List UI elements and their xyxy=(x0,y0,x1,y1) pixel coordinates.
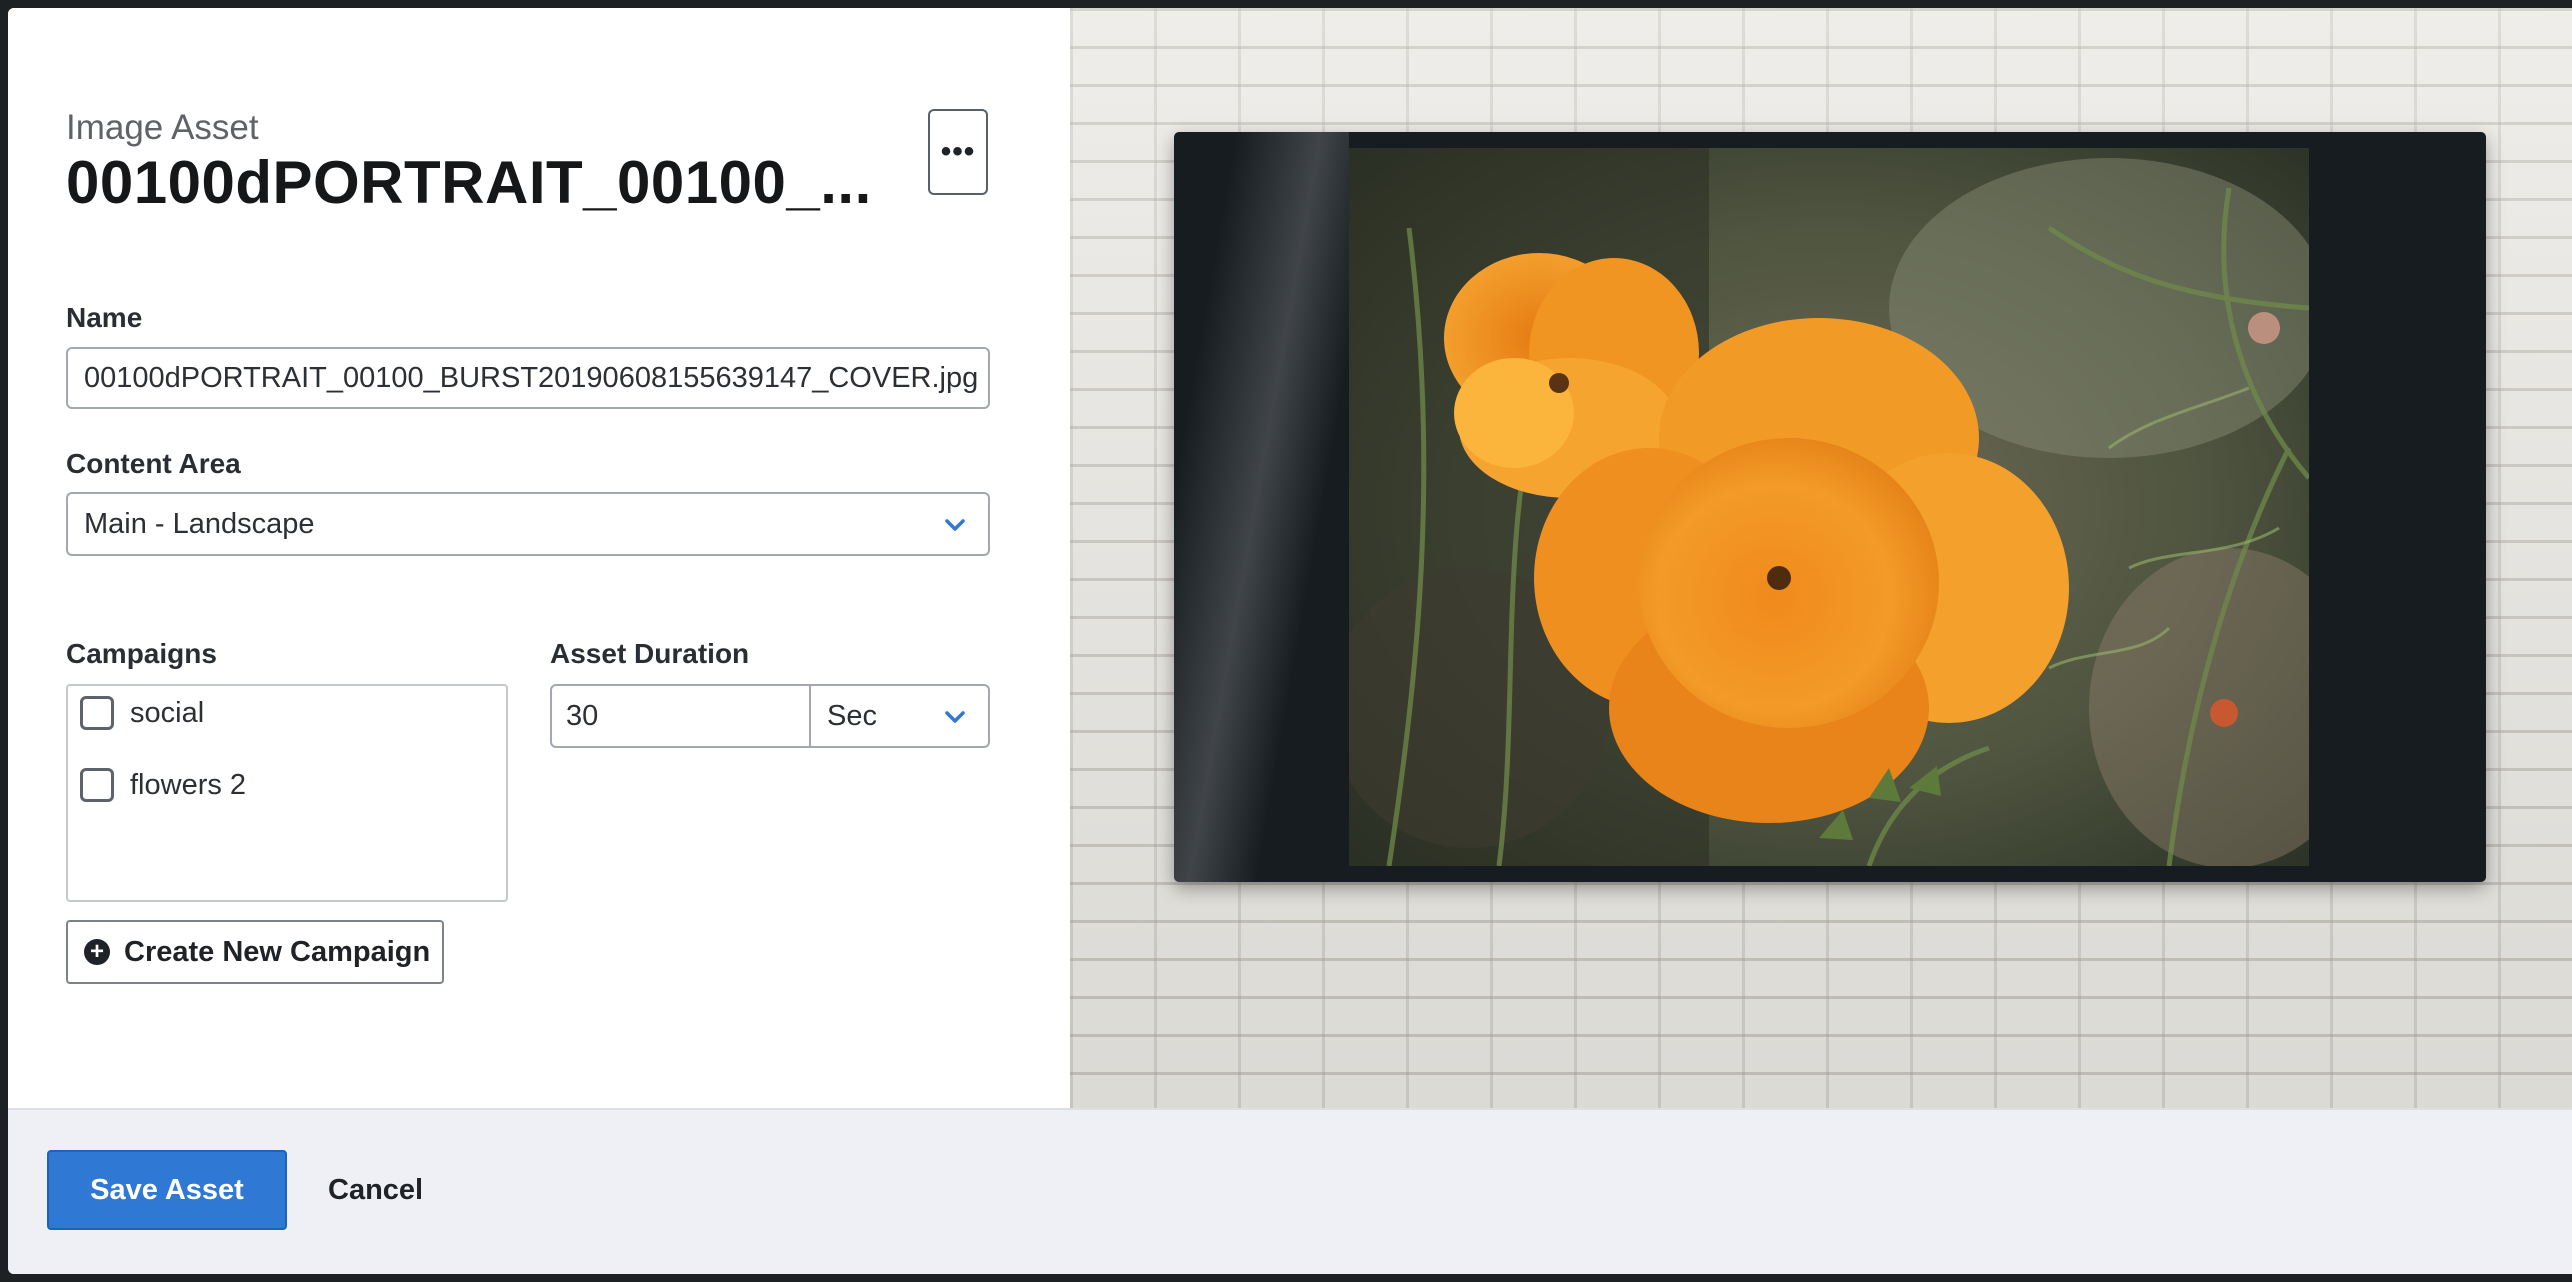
duration-unit-select[interactable]: Sec xyxy=(810,684,990,748)
asset-preview-panel xyxy=(1070,8,2572,1108)
campaign-label: flowers 2 xyxy=(130,768,247,801)
save-asset-button[interactable]: Save Asset xyxy=(47,1150,287,1230)
name-label: Name xyxy=(66,302,143,333)
preview-image xyxy=(1349,148,2309,866)
content-area-select[interactable]: Main - Landscape xyxy=(66,492,990,556)
more-horizontal-icon: ••• xyxy=(940,135,976,168)
campaign-label: social xyxy=(130,696,205,729)
campaign-item-flowers-2[interactable]: flowers 2 xyxy=(80,768,246,802)
duration-input[interactable]: 30 xyxy=(550,684,810,748)
plus-circle-icon: + xyxy=(84,939,110,965)
campaign-item-social[interactable]: social xyxy=(80,696,204,730)
name-input[interactable]: 00100dPORTRAIT_00100_BURST20190608155639… xyxy=(66,347,990,409)
create-campaign-button[interactable]: + Create New Campaign xyxy=(66,920,444,984)
create-campaign-label: Create New Campaign xyxy=(124,935,431,968)
duration-value: 30 xyxy=(566,699,599,732)
asset-form-panel: Image Asset 00100dPORTRAIT_00100_... •••… xyxy=(8,8,1070,1108)
campaigns-list: social flowers 2 xyxy=(66,684,508,902)
page-title: 00100dPORTRAIT_00100_... xyxy=(66,149,872,216)
chevron-down-icon xyxy=(944,706,966,728)
duration-unit-value: Sec xyxy=(827,699,877,732)
modal-footer: Save Asset Cancel xyxy=(8,1108,2572,1274)
cancel-button[interactable]: Cancel xyxy=(328,1150,423,1230)
more-options-button[interactable]: ••• xyxy=(928,109,988,195)
asset-modal: Image Asset 00100dPORTRAIT_00100_... •••… xyxy=(8,8,2572,1274)
content-area-label: Content Area xyxy=(66,448,241,479)
preview-screen xyxy=(1174,132,2486,882)
asset-duration-label: Asset Duration xyxy=(550,638,750,669)
content-area-value: Main - Landscape xyxy=(84,507,315,540)
campaign-checkbox[interactable] xyxy=(80,696,114,730)
name-value: 00100dPORTRAIT_00100_BURST20190608155639… xyxy=(84,361,979,394)
campaigns-label: Campaigns xyxy=(66,638,217,669)
campaign-checkbox[interactable] xyxy=(80,768,114,802)
asset-type-label: Image Asset xyxy=(66,108,259,147)
chevron-down-icon xyxy=(944,514,966,536)
